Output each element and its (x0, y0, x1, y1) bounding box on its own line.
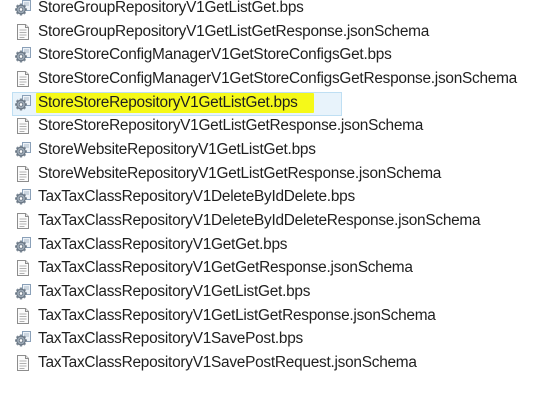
document-icon (15, 23, 31, 40)
file-list-item[interactable]: TaxTaxClassRepositoryV1GetGetResponse.js… (0, 257, 557, 281)
file-list-item[interactable]: StoreWebsiteRepositoryV1GetListGet.bps (0, 138, 557, 162)
file-list-item[interactable]: StoreGroupRepositoryV1GetListGet.bps (0, 0, 557, 20)
gear-file-icon (15, 236, 31, 253)
file-name: StoreGroupRepositoryV1GetListGetResponse… (38, 22, 430, 40)
file-name: TaxTaxClassRepositoryV1DeleteByIdDelete.… (38, 188, 355, 206)
document-icon (15, 355, 31, 372)
gear-file-icon (15, 0, 31, 16)
gear-file-icon (15, 331, 31, 347)
gear-file-icon (15, 94, 31, 111)
file-list-item[interactable]: TaxTaxClassRepositoryV1SavePostRequest.j… (0, 351, 557, 375)
document-icon (15, 307, 31, 324)
file-name: TaxTaxClassRepositoryV1GetListGetRespons… (38, 306, 436, 324)
document-icon (15, 165, 31, 182)
document-icon (15, 70, 31, 87)
file-list-item[interactable]: TaxTaxClassRepositoryV1SavePost.bps (0, 328, 557, 352)
file-name: StoreStoreRepositoryV1GetListGet.bps (36, 92, 314, 113)
file-list-item[interactable]: StoreStoreRepositoryV1GetListGetResponse… (0, 114, 557, 138)
file-list-item[interactable]: TaxTaxClassRepositoryV1DeleteByIdDelete.… (0, 186, 557, 210)
file-name: TaxTaxClassRepositoryV1SavePost.bps (38, 330, 303, 348)
gear-file-icon (15, 284, 31, 300)
file-list-item[interactable]: StoreGroupRepositoryV1GetListGetResponse… (0, 20, 557, 44)
file-list-item[interactable]: TaxTaxClassRepositoryV1GetListGetRespons… (0, 304, 557, 328)
file-name: TaxTaxClassRepositoryV1GetGetResponse.js… (38, 259, 413, 277)
file-name: TaxTaxClassRepositoryV1GetGet.bps (38, 235, 288, 253)
file-list-item[interactable]: StoreStoreRepositoryV1GetListGet.bps (0, 91, 557, 116)
file-name: StoreStoreConfigManagerV1GetStoreConfigs… (38, 69, 517, 87)
file-name: TaxTaxClassRepositoryV1DeleteByIdDeleteR… (38, 212, 481, 230)
document-icon (15, 118, 31, 135)
document-icon (15, 213, 31, 230)
file-name: TaxTaxClassRepositoryV1SavePostRequest.j… (38, 354, 417, 372)
file-list-item[interactable]: StoreWebsiteRepositoryV1GetListGetRespon… (0, 162, 557, 186)
file-list-item[interactable]: StoreStoreConfigManagerV1GetStoreConfigs… (0, 43, 557, 67)
file-list: StoreGroupRepositoryV1GetListGet.bps Sto… (0, 0, 557, 375)
file-list-item[interactable]: TaxTaxClassRepositoryV1DeleteByIdDeleteR… (0, 209, 557, 233)
file-list-item[interactable]: StoreStoreConfigManagerV1GetStoreConfigs… (0, 67, 557, 91)
document-icon (15, 260, 31, 277)
file-name: StoreGroupRepositoryV1GetListGet.bps (38, 0, 304, 16)
gear-file-icon (15, 189, 31, 205)
file-name: StoreWebsiteRepositoryV1GetListGet.bps (38, 140, 316, 158)
file-name: StoreWebsiteRepositoryV1GetListGetRespon… (38, 164, 442, 182)
file-name: StoreStoreRepositoryV1GetListGetResponse… (38, 117, 424, 135)
file-list-item[interactable]: TaxTaxClassRepositoryV1GetListGet.bps (0, 280, 557, 304)
file-name: TaxTaxClassRepositoryV1GetListGet.bps (38, 283, 311, 301)
gear-file-icon (15, 141, 31, 158)
file-name: StoreStoreConfigManagerV1GetStoreConfigs… (38, 46, 392, 64)
gear-file-icon (15, 47, 31, 63)
file-list-item[interactable]: TaxTaxClassRepositoryV1GetGet.bps (0, 233, 557, 257)
